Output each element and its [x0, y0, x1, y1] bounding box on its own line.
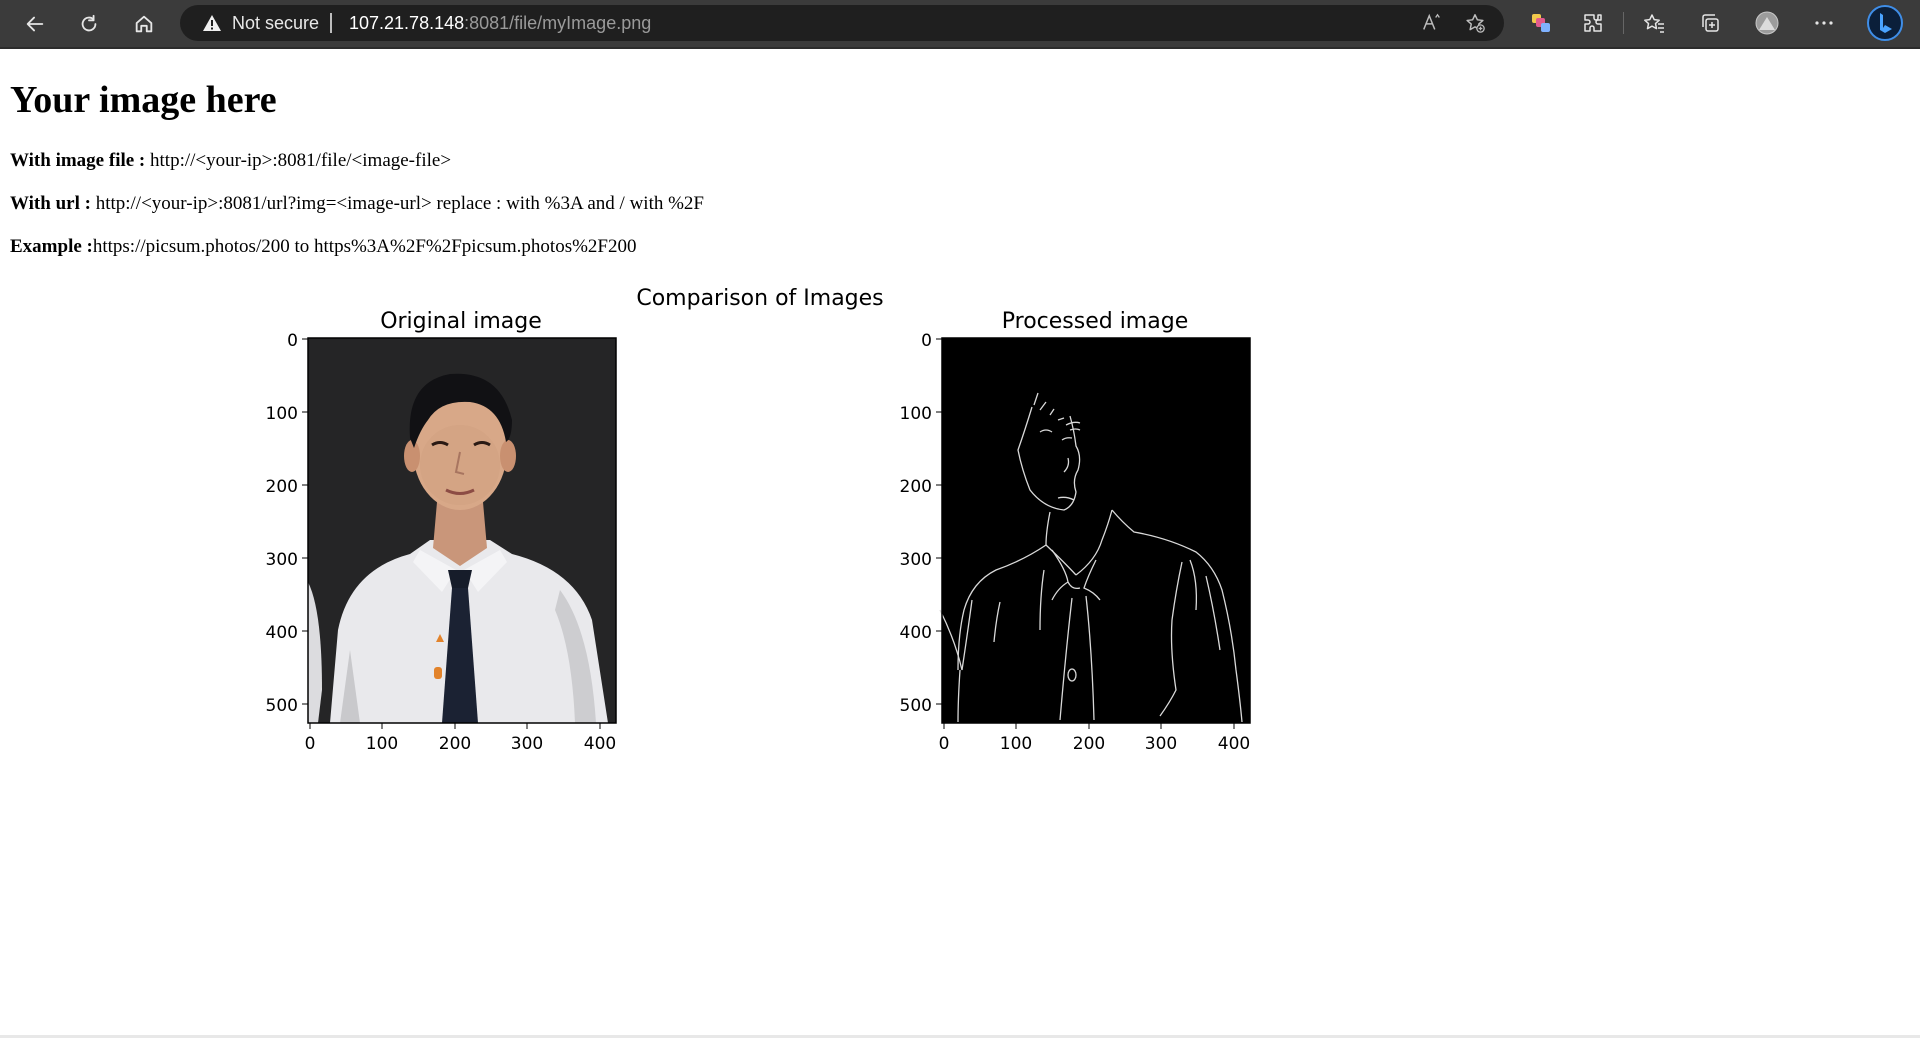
- processed-xtick-label: 200: [1073, 734, 1105, 754]
- processed-xtick-label: 100: [1000, 734, 1032, 754]
- read-aloud-icon: [1423, 13, 1440, 30]
- back-icon: [26, 16, 44, 32]
- original-ytick-label: 0: [287, 331, 298, 351]
- home-button[interactable]: [127, 7, 161, 41]
- usage-example-value: https://picsum.photos/200 to https%3A%2F…: [92, 236, 637, 257]
- original-xtick-label: 300: [511, 734, 543, 754]
- refresh-button[interactable]: [72, 7, 106, 41]
- read-aloud-button[interactable]: [1420, 11, 1444, 35]
- usage-file-line: With image file : http://<your-ip>:8081/…: [10, 150, 451, 172]
- original-xtick-label: 100: [366, 734, 398, 754]
- usage-example-line: Example :https://picsum.photos/200 to ht…: [10, 236, 637, 258]
- processed-ytick-label: 500: [900, 696, 932, 716]
- processed-yticks: 0 100 200 300 400 500: [900, 331, 942, 716]
- figure-suptitle: Comparison of Images: [636, 286, 883, 311]
- original-ytick-label: 200: [266, 477, 298, 497]
- processed-ytick-label: 400: [900, 623, 932, 643]
- panel-processed-title: Processed image: [1002, 309, 1188, 334]
- collections-button[interactable]: [1695, 8, 1725, 38]
- processed-ytick-label: 300: [900, 550, 932, 570]
- panel-original-title: Original image: [380, 309, 542, 334]
- address-bar[interactable]: Not secure 107.21.78.148:8081/file/myIma…: [180, 5, 1504, 41]
- usage-file-value: http://<your-ip>:8081/file/<image-file>: [145, 150, 452, 171]
- security-label[interactable]: Not secure: [232, 13, 319, 34]
- original-yticks: 0 100 200 300 400 500: [266, 331, 308, 716]
- processed-ytick-label: 0: [921, 331, 932, 351]
- processed-xticks: 0 100 200 300 400: [939, 723, 1250, 754]
- original-image: [308, 338, 616, 723]
- url-host: 107.21.78.148: [349, 13, 465, 33]
- browser-toolbar: Not secure 107.21.78.148:8081/file/myIma…: [0, 0, 1920, 49]
- page-title: Your image here: [10, 79, 277, 121]
- add-favorite-icon: [1466, 14, 1485, 33]
- more-icon: [1815, 21, 1833, 25]
- copilot-button[interactable]: [1526, 8, 1556, 38]
- panel-processed: Processed image 0 100 200 300 400 500 0 …: [900, 309, 1251, 754]
- processed-ytick-label: 100: [900, 404, 932, 424]
- original-xticks: 0 100 200 300 400: [305, 723, 616, 754]
- panel-original: Original image 0 100 200 300 400 500 0 1…: [266, 309, 617, 754]
- extensions-button[interactable]: [1578, 8, 1608, 38]
- favorites-icon: [1644, 14, 1664, 33]
- favorites-button[interactable]: [1639, 8, 1669, 38]
- processed-xtick-label: 0: [939, 734, 950, 754]
- extensions-icon: [1584, 14, 1602, 32]
- home-icon: [135, 15, 153, 33]
- copilot-icon: [1532, 14, 1550, 32]
- profile-avatar: [1755, 11, 1779, 35]
- processed-image: [939, 338, 1250, 723]
- url-text[interactable]: 107.21.78.148:8081/file/myImage.png: [349, 13, 651, 34]
- original-ytick-label: 500: [266, 696, 298, 716]
- usage-file-label: With image file :: [10, 150, 146, 171]
- usage-url-line: With url : http://<your-ip>:8081/url?img…: [10, 193, 704, 215]
- original-ytick-label: 300: [266, 550, 298, 570]
- bing-button[interactable]: [1866, 4, 1904, 42]
- comparison-figure: Comparison of Images Original image 0 10…: [266, 286, 1251, 754]
- toolbar-divider: [1623, 12, 1624, 34]
- usage-example-label: Example :: [10, 236, 93, 257]
- original-xtick-label: 400: [584, 734, 616, 754]
- original-ytick-label: 100: [266, 404, 298, 424]
- original-ytick-label: 400: [266, 623, 298, 643]
- more-button[interactable]: [1809, 8, 1839, 38]
- address-separator: [330, 13, 332, 33]
- add-favorite-button[interactable]: [1463, 11, 1487, 35]
- usage-url-label: With url :: [10, 193, 91, 214]
- original-xtick-label: 200: [439, 734, 471, 754]
- processed-xtick-label: 300: [1145, 734, 1177, 754]
- profile-button[interactable]: [1752, 8, 1782, 38]
- usage-url-value: http://<your-ip>:8081/url?img=<image-url…: [90, 193, 705, 214]
- refresh-icon: [81, 14, 97, 32]
- original-xtick-label: 0: [305, 734, 316, 754]
- url-path: :8081/file/myImage.png: [464, 13, 652, 33]
- collections-icon: [1702, 14, 1719, 32]
- processed-ytick-label: 200: [900, 477, 932, 497]
- bing-icon: [1867, 5, 1903, 41]
- warning-icon[interactable]: [202, 14, 222, 32]
- processed-xtick-label: 400: [1218, 734, 1250, 754]
- back-button[interactable]: [18, 7, 52, 41]
